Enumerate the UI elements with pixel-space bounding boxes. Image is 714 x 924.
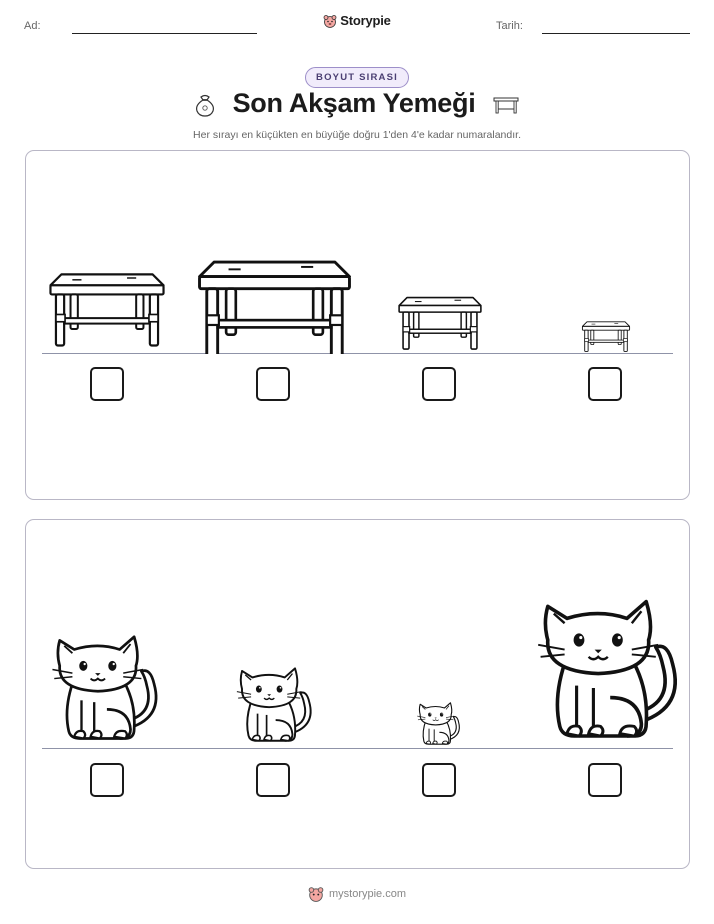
money-bag-icon	[195, 94, 214, 117]
bench-panel	[25, 150, 690, 500]
category-badge: BOYUT SIRASI	[305, 67, 409, 88]
answer-box-2[interactable]	[256, 763, 290, 797]
date-label: Tarih:	[496, 20, 523, 32]
cat-panel	[25, 519, 690, 869]
answer-box-1[interactable]	[90, 367, 124, 401]
bench-1	[49, 273, 165, 347]
baseline	[42, 353, 673, 354]
answer-box-4[interactable]	[588, 367, 622, 401]
cat-4	[536, 599, 678, 738]
footer-url[interactable]: mystorypie.com	[329, 888, 406, 900]
date-field[interactable]	[542, 33, 690, 34]
cat-1	[51, 635, 158, 740]
bench-4	[581, 321, 631, 352]
brand-logo: Storypie	[0, 13, 714, 31]
cat-2	[235, 667, 312, 742]
answer-box-2[interactable]	[256, 367, 290, 401]
bench-3	[398, 296, 482, 350]
footer: mystorypie.com	[0, 886, 714, 902]
answer-box-3[interactable]	[422, 367, 456, 401]
bench-2	[198, 260, 351, 354]
storypie-mascot-icon	[308, 887, 324, 902]
cat-3	[416, 702, 460, 745]
answer-box-4[interactable]	[588, 763, 622, 797]
instruction-text: Her sırayı en küçükten en büyüğe doğru 1…	[193, 129, 521, 141]
baseline	[42, 748, 673, 749]
name-field[interactable]	[72, 33, 257, 34]
worksheet-title: Son Akşam Yemeği	[232, 88, 476, 118]
storypie-mascot-icon	[323, 14, 337, 28]
brand-name: Storypie	[340, 13, 391, 28]
answer-box-3[interactable]	[422, 763, 456, 797]
bench-icon	[493, 97, 519, 113]
answer-box-1[interactable]	[90, 763, 124, 797]
